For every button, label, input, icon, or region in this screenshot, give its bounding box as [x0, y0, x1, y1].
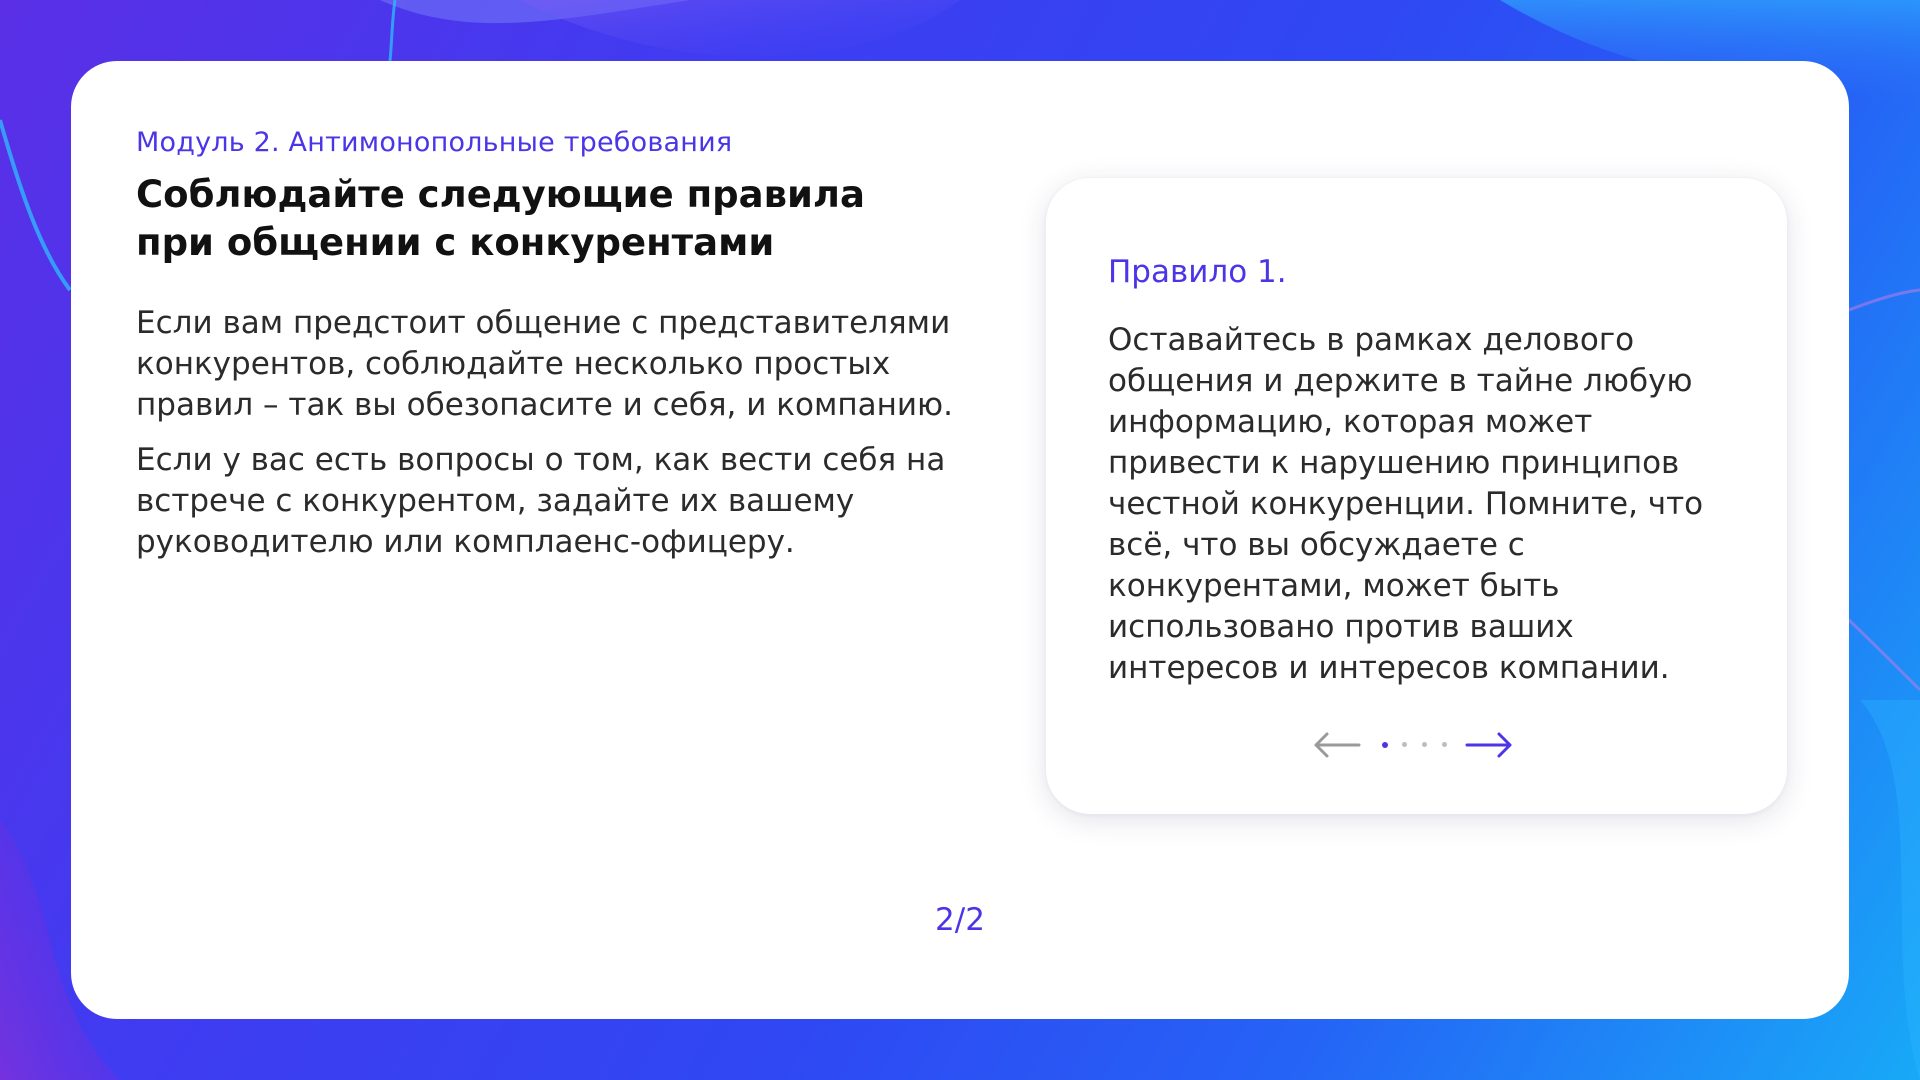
next-button[interactable]	[1464, 730, 1514, 760]
carousel-nav	[1312, 730, 1518, 760]
slide-title: Соблюдайте следующие правила при общении…	[136, 173, 865, 264]
module-label: Модуль 2. Антимонопольные требования	[136, 127, 733, 158]
prev-button[interactable]	[1312, 730, 1362, 760]
arrow-left-icon	[1314, 732, 1361, 758]
carousel-dot-4[interactable]	[1442, 742, 1447, 747]
rule-text: Оставайтесь в рамках делового общения и …	[1108, 322, 1704, 686]
arrow-right-icon	[1465, 732, 1512, 758]
rule-title: Правило 1.	[1108, 254, 1287, 290]
questions-paragraph: Если у вас есть вопросы о том, как вести…	[136, 442, 946, 560]
rule-card: Правило 1. Оставайтесь в рамках делового…	[1046, 178, 1787, 814]
carousel-dot-2[interactable]	[1402, 742, 1407, 747]
page-indicator: 2/2	[935, 902, 985, 938]
carousel-dot-3[interactable]	[1422, 742, 1427, 747]
intro-paragraph: Если вам предстоит общение с представите…	[136, 305, 953, 423]
carousel-dot-1[interactable]	[1382, 741, 1388, 748]
